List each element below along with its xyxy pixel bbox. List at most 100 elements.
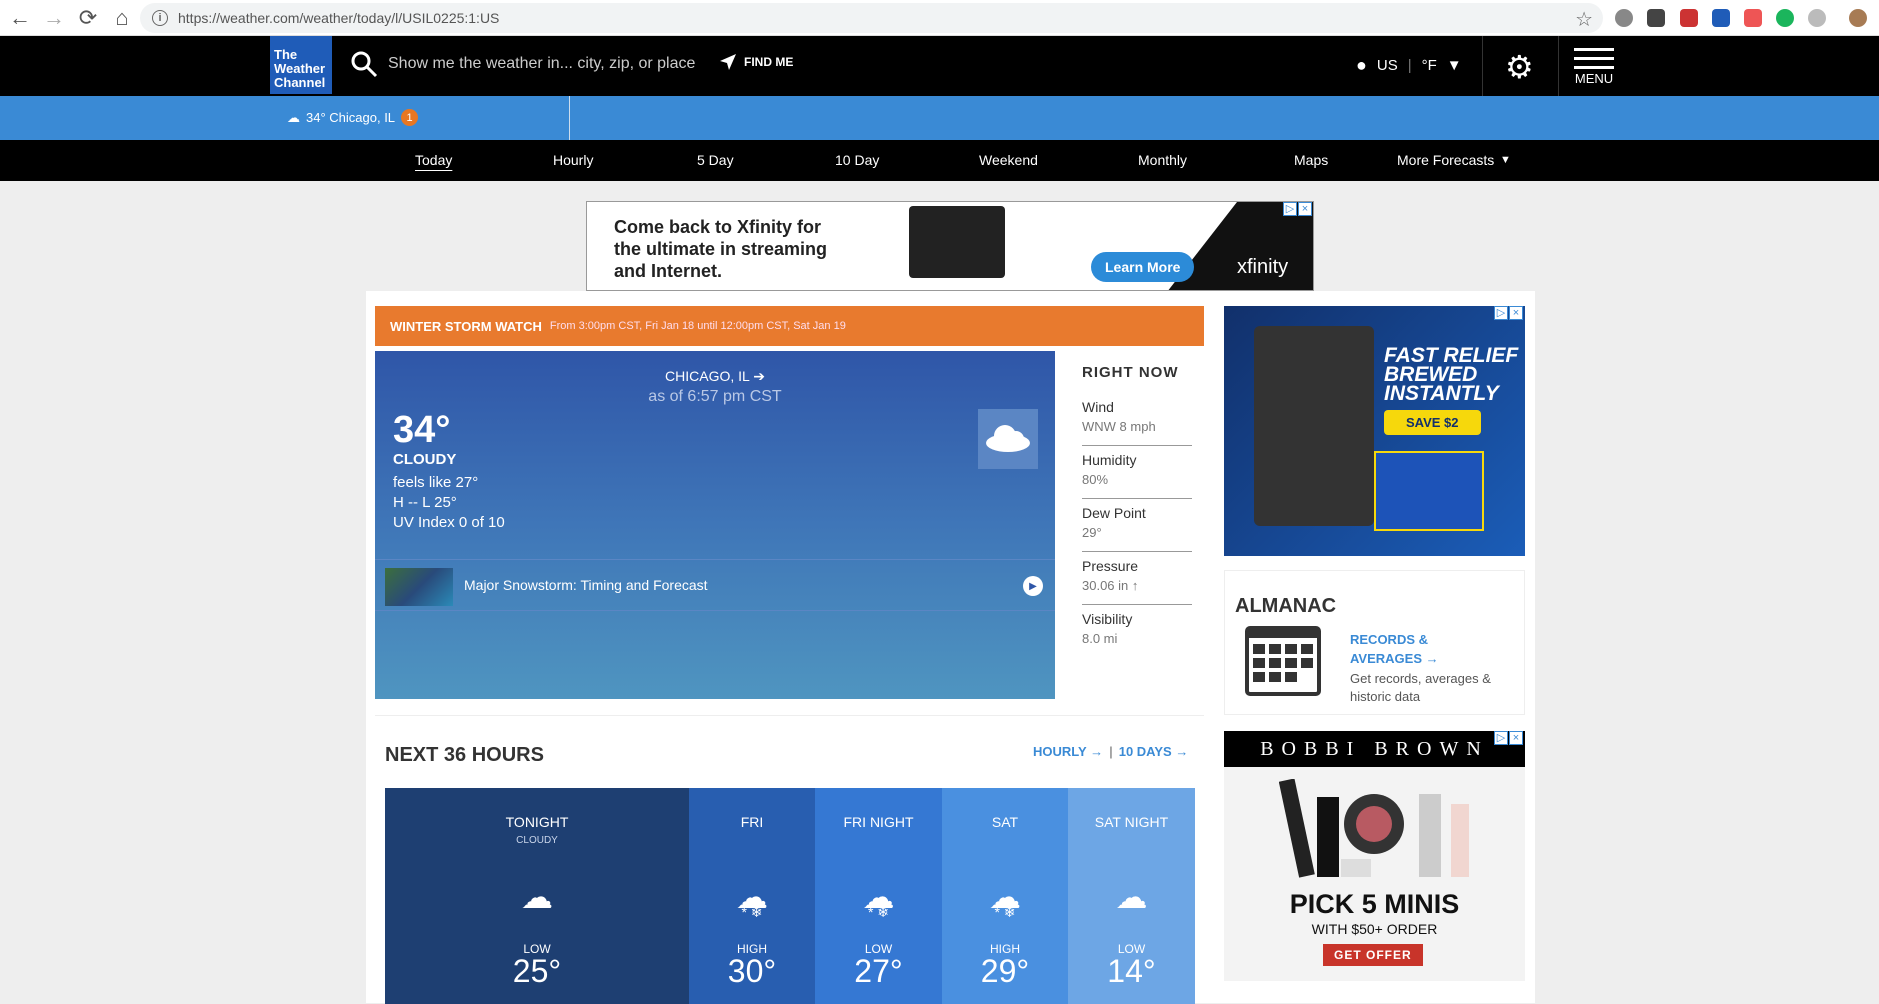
ad-close-icon[interactable]: ×: [1298, 202, 1312, 216]
weather-channel-logo[interactable]: The Weather Channel: [270, 36, 332, 94]
period-temp: 30°: [727, 953, 777, 989]
tab-10-day[interactable]: 10 Day: [835, 152, 879, 168]
wind-item: Wind WNW 8 mph: [1082, 393, 1192, 446]
humidity-value: 80%: [1082, 472, 1109, 487]
more-forecasts-chevron-icon[interactable]: ▼: [1500, 154, 1511, 166]
current-location-heading[interactable]: CHICAGO, IL ➔: [375, 368, 1055, 385]
period-sat[interactable]: SAT ☁ * ❄ HIGH 29°: [942, 788, 1068, 1004]
cloud-icon: ☁: [521, 879, 553, 915]
header-divider: [1482, 36, 1483, 96]
info-icon[interactable]: i: [152, 10, 168, 26]
right-now-title: RIGHT NOW: [1082, 364, 1179, 381]
search-box[interactable]: Show me the weather in... city, zip, or …: [350, 50, 695, 78]
tab-maps[interactable]: Maps: [1294, 152, 1328, 168]
cloud-icon: ☁: [287, 109, 300, 125]
tab-hourly[interactable]: Hourly: [553, 152, 593, 168]
period-name: FRI NIGHT: [843, 814, 914, 830]
period-name: TONIGHT: [505, 814, 569, 830]
ad-device-image: [909, 206, 1005, 278]
logo-text-3: Channel: [274, 75, 326, 90]
period-temp: 27°: [854, 953, 903, 989]
condition-phrase: CLOUDY: [393, 451, 457, 468]
wind-label: Wind: [1082, 399, 1114, 415]
period-sat-night[interactable]: SAT NIGHT ☁ LOW 14°: [1068, 788, 1195, 1004]
profile-avatar[interactable]: [1849, 9, 1867, 27]
links-divider: |: [1109, 744, 1113, 759]
learn-more-button[interactable]: Learn More: [1091, 252, 1195, 282]
bobbi-brown-ad[interactable]: BOBBI BROWN PICK 5 MINIS WITH $50+ ORDER…: [1224, 731, 1525, 981]
records-averages-link[interactable]: RECORDS & AVERAGES →: [1350, 630, 1470, 668]
extension-pocket-icon[interactable]: [1647, 9, 1665, 27]
back-icon[interactable]: ←: [6, 4, 34, 32]
ad2-brand: BOBBI BROWN: [1224, 731, 1525, 767]
recent-location-text: 34° Chicago, IL: [306, 110, 396, 125]
recent-location-chip[interactable]: ☁ 34° Chicago, IL 1: [287, 109, 419, 126]
coffee-machine-image: [1254, 326, 1374, 526]
video-link[interactable]: Major Snowstorm: Timing and Forecast ▶: [375, 559, 1055, 611]
period-fri[interactable]: FRI ☁ * ❄ HIGH 30°: [689, 788, 815, 1004]
cosmetics-image: [1279, 779, 1469, 878]
pressure-label: Pressure: [1082, 558, 1139, 574]
menu-label: MENU: [1574, 71, 1614, 86]
extension-red-icon[interactable]: [1680, 9, 1698, 27]
recent-locations-bar: [0, 96, 1879, 140]
weather-alert-banner[interactable]: WINTER STORM WATCH From 3:00pm CST, Fri …: [375, 306, 1204, 346]
uv-index: UV Index 0 of 10: [393, 514, 505, 531]
locale-selector[interactable]: ● US | °F ▼: [1356, 55, 1462, 76]
period-name: SAT NIGHT: [1094, 814, 1169, 830]
extension-v-icon[interactable]: [1712, 9, 1730, 27]
period-tonight[interactable]: TONIGHT CLOUDY ☁ LOW 25°: [385, 788, 689, 1004]
adchoices-icon[interactable]: ▷: [1283, 202, 1297, 216]
get-offer-button[interactable]: GET OFFER: [1323, 944, 1423, 966]
unit-label: °F: [1421, 57, 1437, 74]
tab-today[interactable]: Today: [415, 152, 452, 168]
ad-brand: xfinity: [1237, 256, 1289, 278]
ad-text: Come back to Xfinity for the ultimate in…: [614, 217, 828, 281]
extension-grammarly-icon[interactable]: [1776, 9, 1794, 27]
home-icon[interactable]: ⌂: [108, 4, 136, 32]
tab-more-forecasts[interactable]: More Forecasts: [1397, 152, 1494, 168]
feels-like: feels like 27°: [393, 474, 479, 491]
save-button[interactable]: SAVE $2: [1384, 410, 1481, 435]
country-label: US: [1376, 57, 1398, 74]
hourly-link[interactable]: HOURLY →: [1033, 744, 1103, 759]
snow-cloud-icon: ☁ * ❄: [736, 879, 768, 920]
ad-close-icon[interactable]: ×: [1509, 731, 1523, 745]
address-bar[interactable]: i https://weather.com/weather/today/l/US…: [140, 3, 1603, 33]
calendar-icon: [1245, 626, 1321, 696]
period-temp: 14°: [1107, 953, 1156, 989]
url-text: https://weather.com/weather/today/l/USIL…: [178, 10, 500, 26]
period-fri-night[interactable]: FRI NIGHT ☁ * ❄ LOW 27°: [815, 788, 942, 1004]
forecast-periods: TONIGHT CLOUDY ☁ LOW 25° FRI ☁ * ❄ HIGH 3…: [385, 788, 1195, 1004]
extension-shield-icon[interactable]: [1744, 9, 1762, 27]
extension-abp-icon[interactable]: [1615, 9, 1633, 27]
coffee-ad[interactable]: FAST RELIEF BREWED INSTANTLY SAVE $2 ▷ ×: [1224, 306, 1525, 556]
tab-5-day[interactable]: 5 Day: [697, 152, 734, 168]
settings-gear-icon[interactable]: ⚙: [1505, 48, 1534, 86]
tab-monthly[interactable]: Monthly: [1138, 152, 1187, 168]
adchoices-icon[interactable]: ▷: [1494, 306, 1508, 320]
locale-divider: |: [1407, 57, 1412, 74]
forecast-tabs: [0, 140, 1879, 181]
adchoices-icon[interactable]: ▷: [1494, 731, 1508, 745]
humidity-label: Humidity: [1082, 452, 1137, 468]
ad-close-icon[interactable]: ×: [1509, 306, 1523, 320]
ten-days-link[interactable]: 10 DAYS →: [1119, 744, 1189, 759]
xfinity-ad[interactable]: Come back to Xfinity for the ultimate in…: [586, 201, 1314, 291]
forward-icon[interactable]: →: [40, 4, 68, 32]
almanac-title: ALMANAC: [1235, 595, 1337, 617]
search-placeholder[interactable]: Show me the weather in... city, zip, or …: [388, 55, 695, 73]
play-icon[interactable]: ▶: [1023, 576, 1043, 596]
menu-button[interactable]: MENU: [1574, 48, 1614, 86]
video-thumbnail: [385, 568, 453, 606]
logo-text-1: The: [274, 47, 298, 62]
tab-weekend[interactable]: Weekend: [979, 152, 1038, 168]
snow-cloud-icon: ☁ * ❄: [862, 879, 895, 920]
dew-point-label: Dew Point: [1082, 505, 1146, 521]
find-me-button[interactable]: FIND ME: [720, 54, 793, 70]
extension-gray-icon[interactable]: [1808, 9, 1826, 27]
alert-badge: 1: [401, 109, 419, 126]
bookmark-star-icon[interactable]: ☆: [1575, 7, 1593, 32]
period-name: SAT: [991, 814, 1019, 830]
reload-icon[interactable]: ⟳: [74, 4, 102, 32]
